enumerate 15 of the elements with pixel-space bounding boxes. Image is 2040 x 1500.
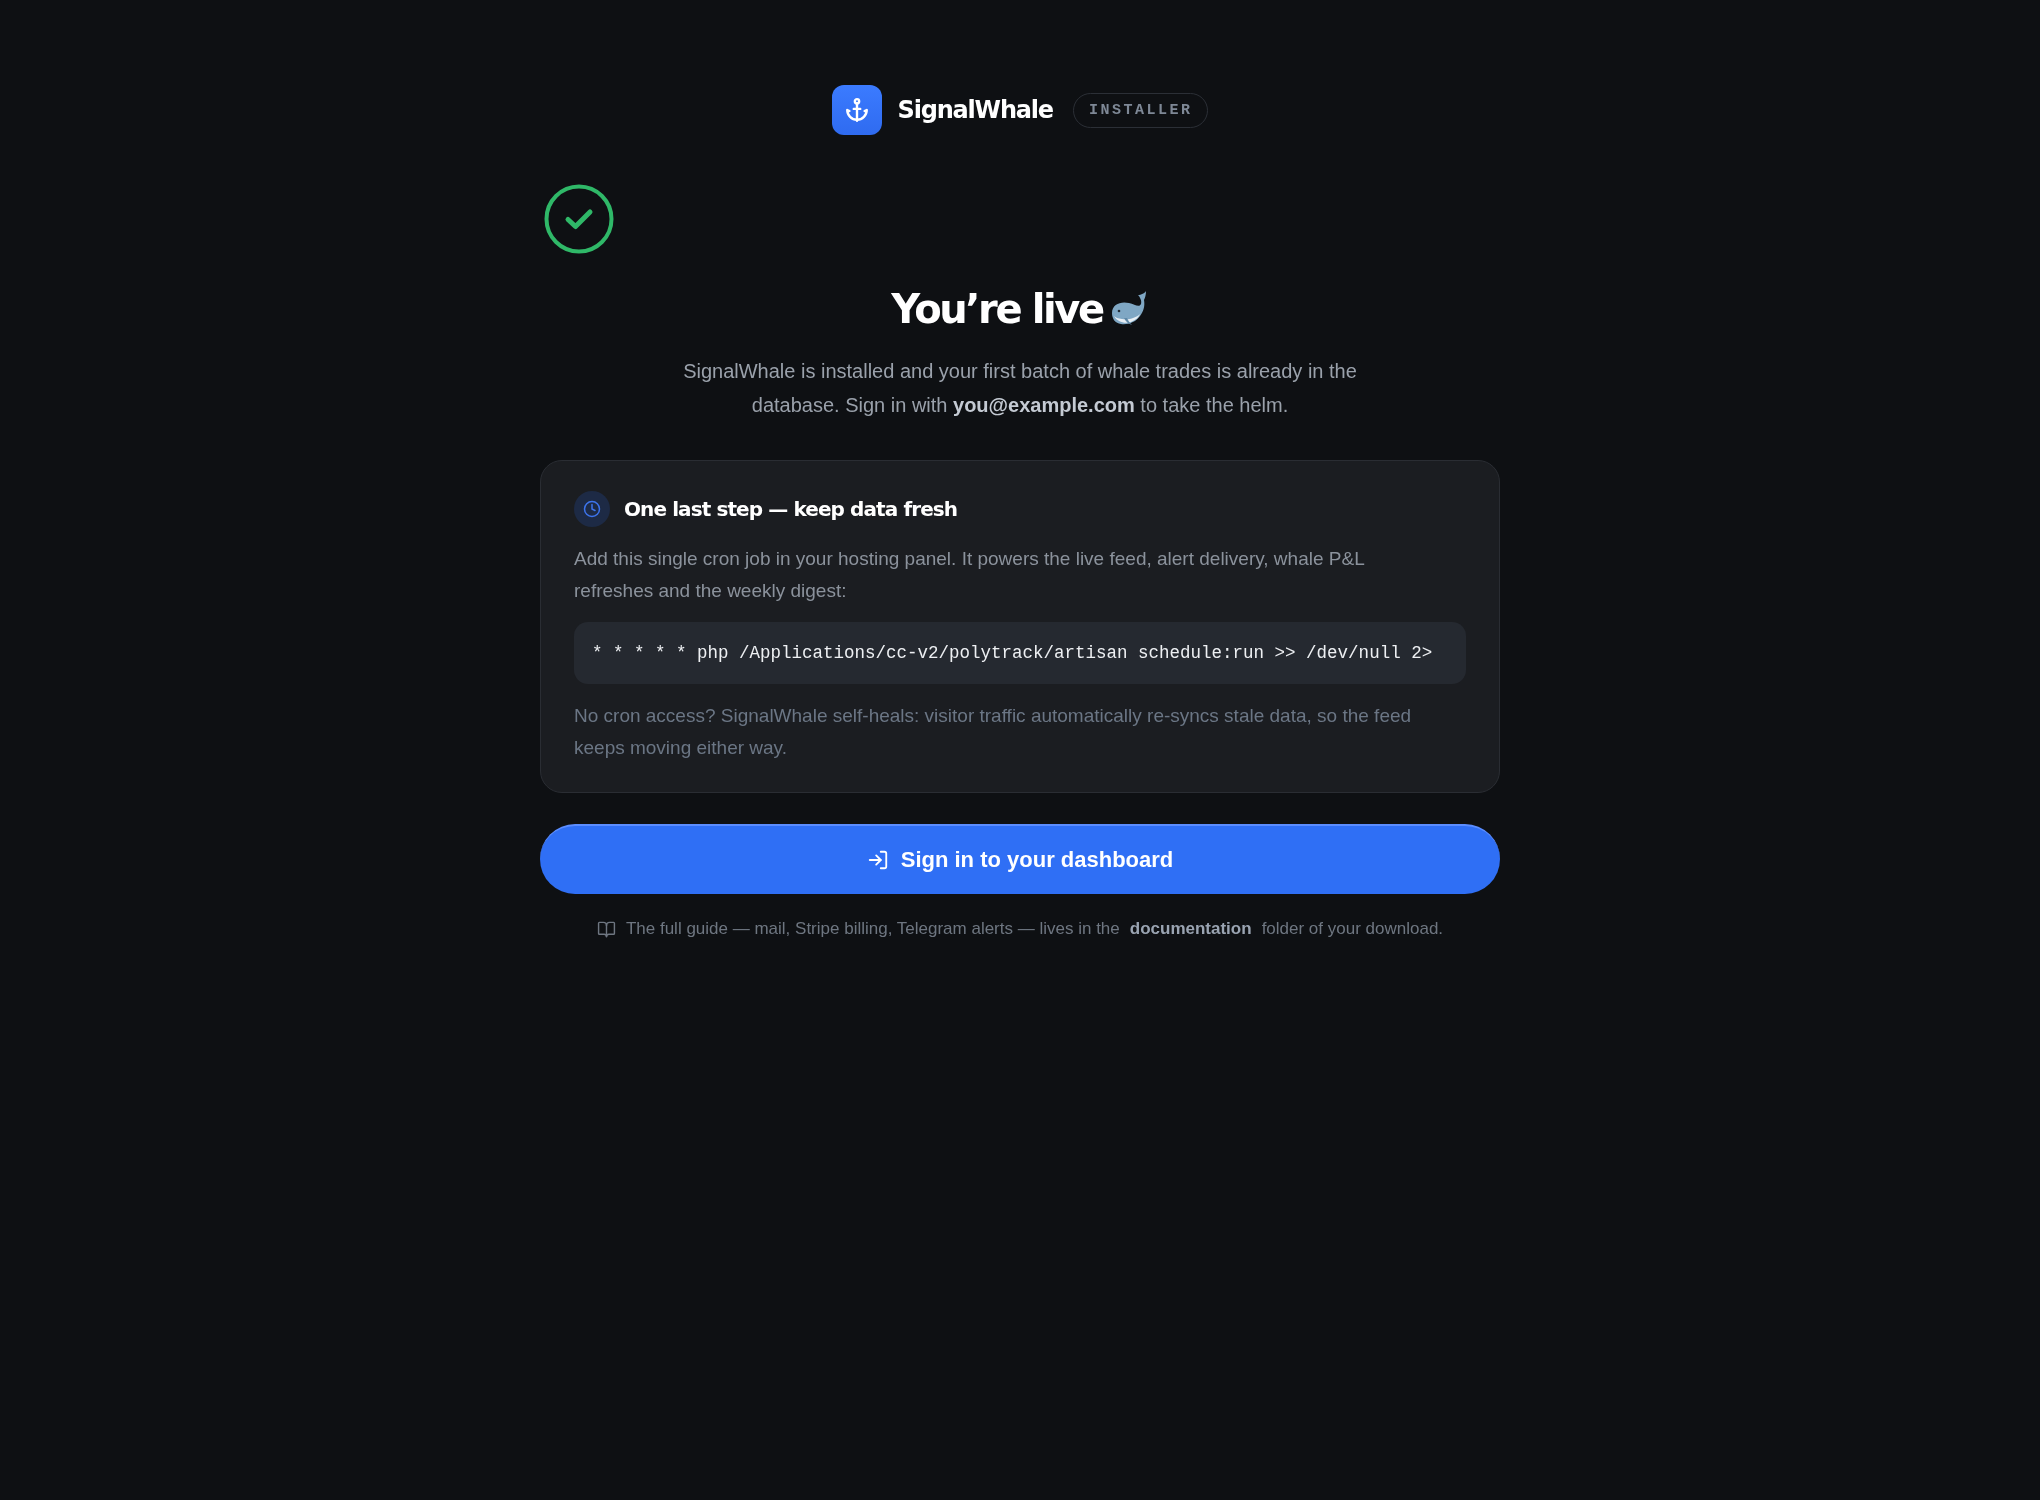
- login-icon: [866, 849, 889, 871]
- intro-text: SignalWhale is installed and your first batch of whale trades is already in the database. Sign in with you@example.com to take the helm.: [682, 359, 1358, 418]
- footer-text: The full guide — mail, Stripe billing, Telegram alerts — lives in the documentation folder of your download.: [625, 918, 1444, 940]
- book-icon: [596, 919, 616, 939]
- card-note: No cron access? SignalWhale self-heals: visitor traffic automatically re-syncs stale data, so the feed keeps moving either way.: [574, 704, 1413, 760]
- card-title: One last step — keep data fresh: [624, 497, 958, 521]
- card-description: Add this single cron job in your hosting panel. It powers the live feed, alert delivery, whale P&L refreshes and the weekly digest:: [574, 547, 1366, 603]
- sign-in-button[interactable]: Sign in to your dashboard: [540, 824, 1500, 894]
- documentation-link[interactable]: documentation: [1129, 919, 1252, 938]
- clock-icon: [574, 491, 610, 527]
- check-circle-icon: [544, 184, 614, 254]
- anchor-logo-icon: [831, 85, 882, 135]
- cron-command: * * * * * php /Applications/cc-v2/polytrack/artisan schedule:run >> /dev/null 2>: [574, 622, 1466, 684]
- brand-name: SignalWhale: [897, 96, 1053, 124]
- page-title: You’re live: [891, 285, 1103, 334]
